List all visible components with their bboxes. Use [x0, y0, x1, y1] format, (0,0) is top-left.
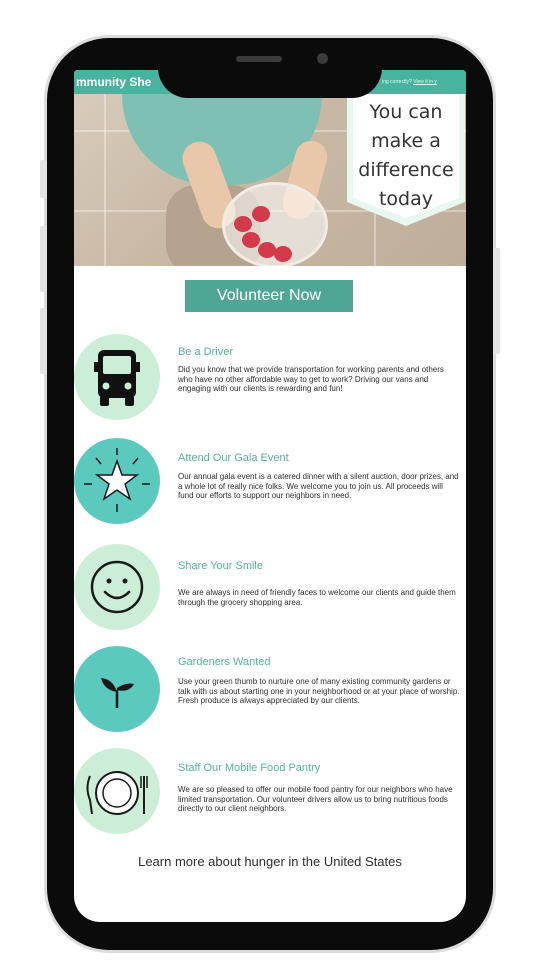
header-view-online: ing correctly? View it in y	[382, 79, 437, 85]
item-description: We are always in need of friendly faces …	[178, 588, 456, 607]
item-description: We are so pleased to offer our mobile fo…	[178, 785, 453, 814]
phone-volume-up-button	[40, 226, 47, 292]
phone-power-button	[493, 248, 500, 354]
header-title: mmunity She	[76, 75, 152, 89]
headline-line-2: make a	[371, 130, 441, 152]
raspberry	[234, 216, 252, 232]
raspberry	[274, 246, 292, 262]
floor-tile-line	[104, 70, 106, 266]
speaker-grille	[236, 56, 282, 62]
headline-banner-text: You can make a difference today	[347, 94, 465, 226]
plant-icon	[74, 646, 160, 732]
phone-volume-down-button	[40, 308, 47, 374]
view-online-link[interactable]: View it in y	[413, 79, 437, 85]
headline-line-4: today	[378, 188, 434, 210]
raspberry	[252, 206, 270, 222]
learn-more-link[interactable]: Learn more about hunger in the United St…	[74, 854, 466, 869]
plate-icon	[74, 748, 160, 834]
bus-icon	[74, 334, 160, 420]
item-description: Our annual gala event is a catered dinne…	[178, 472, 459, 501]
front-camera	[317, 53, 328, 64]
headline-line-3: difference	[358, 159, 454, 181]
hero-image: You can make a difference today	[74, 70, 466, 266]
item-title: Staff Our Mobile Food Pantry	[178, 762, 321, 774]
item-description: Did you know that we provide transportat…	[178, 365, 444, 394]
star-icon	[74, 438, 160, 524]
headline-line-1: You can	[369, 101, 443, 123]
item-title: Attend Our Gala Event	[178, 452, 289, 464]
item-description: Use your green thumb to nurture one of m…	[178, 677, 460, 706]
smiley-icon	[74, 544, 160, 630]
item-title: Gardeners Wanted	[178, 656, 271, 668]
email-screen: You can make a difference today mmunity …	[74, 70, 466, 922]
item-title: Be a Driver	[178, 346, 234, 358]
volunteer-now-button[interactable]: Volunteer Now	[185, 280, 353, 312]
item-title: Share Your Smile	[178, 560, 263, 572]
raspberry	[242, 232, 260, 248]
header-notice-text: ing correctly?	[382, 79, 412, 85]
phone-notch	[158, 38, 382, 98]
phone-silent-switch	[40, 160, 47, 198]
